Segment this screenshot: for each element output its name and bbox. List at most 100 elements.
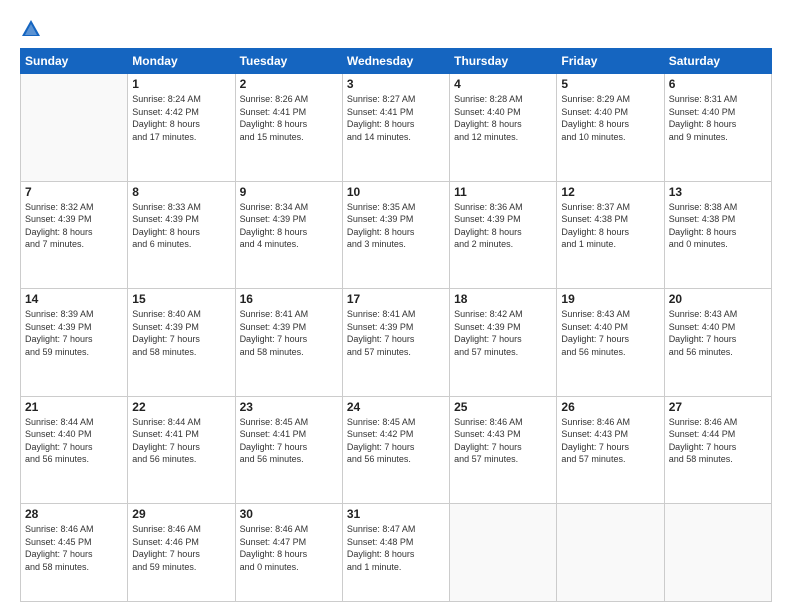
day-info: Sunrise: 8:47 AM Sunset: 4:48 PM Dayligh…	[347, 523, 445, 573]
day-number: 20	[669, 292, 767, 306]
calendar-cell: 6 Sunrise: 8:31 AM Sunset: 4:40 PM Daylig…	[664, 74, 771, 182]
day-number: 19	[561, 292, 659, 306]
day-info: Sunrise: 8:27 AM Sunset: 4:41 PM Dayligh…	[347, 93, 445, 143]
day-number: 5	[561, 77, 659, 91]
calendar-cell: 25 Sunrise: 8:46 AM Sunset: 4:43 PM Dayli…	[450, 396, 557, 504]
day-info: Sunrise: 8:28 AM Sunset: 4:40 PM Dayligh…	[454, 93, 552, 143]
weekday-header: Monday	[128, 49, 235, 74]
day-number: 27	[669, 400, 767, 414]
day-info: Sunrise: 8:24 AM Sunset: 4:42 PM Dayligh…	[132, 93, 230, 143]
calendar-cell: 18 Sunrise: 8:42 AM Sunset: 4:39 PM Dayli…	[450, 289, 557, 397]
day-info: Sunrise: 8:31 AM Sunset: 4:40 PM Dayligh…	[669, 93, 767, 143]
calendar-table: SundayMondayTuesdayWednesdayThursdayFrid…	[20, 48, 772, 602]
calendar-cell	[450, 504, 557, 602]
day-number: 16	[240, 292, 338, 306]
day-info: Sunrise: 8:38 AM Sunset: 4:38 PM Dayligh…	[669, 201, 767, 251]
weekday-header: Saturday	[664, 49, 771, 74]
calendar-cell: 16 Sunrise: 8:41 AM Sunset: 4:39 PM Dayli…	[235, 289, 342, 397]
day-number: 25	[454, 400, 552, 414]
day-info: Sunrise: 8:40 AM Sunset: 4:39 PM Dayligh…	[132, 308, 230, 358]
day-number: 17	[347, 292, 445, 306]
day-number: 29	[132, 507, 230, 521]
day-number: 12	[561, 185, 659, 199]
day-info: Sunrise: 8:42 AM Sunset: 4:39 PM Dayligh…	[454, 308, 552, 358]
calendar-cell: 5 Sunrise: 8:29 AM Sunset: 4:40 PM Daylig…	[557, 74, 664, 182]
calendar-cell: 4 Sunrise: 8:28 AM Sunset: 4:40 PM Daylig…	[450, 74, 557, 182]
day-info: Sunrise: 8:41 AM Sunset: 4:39 PM Dayligh…	[347, 308, 445, 358]
day-number: 24	[347, 400, 445, 414]
calendar-cell: 21 Sunrise: 8:44 AM Sunset: 4:40 PM Dayli…	[21, 396, 128, 504]
calendar-cell: 23 Sunrise: 8:45 AM Sunset: 4:41 PM Dayli…	[235, 396, 342, 504]
day-number: 15	[132, 292, 230, 306]
day-number: 8	[132, 185, 230, 199]
day-number: 22	[132, 400, 230, 414]
calendar-cell: 15 Sunrise: 8:40 AM Sunset: 4:39 PM Dayli…	[128, 289, 235, 397]
day-info: Sunrise: 8:46 AM Sunset: 4:47 PM Dayligh…	[240, 523, 338, 573]
day-number: 10	[347, 185, 445, 199]
calendar-cell: 22 Sunrise: 8:44 AM Sunset: 4:41 PM Dayli…	[128, 396, 235, 504]
day-number: 4	[454, 77, 552, 91]
page: SundayMondayTuesdayWednesdayThursdayFrid…	[0, 0, 792, 612]
calendar-cell: 8 Sunrise: 8:33 AM Sunset: 4:39 PM Daylig…	[128, 181, 235, 289]
calendar-cell: 17 Sunrise: 8:41 AM Sunset: 4:39 PM Dayli…	[342, 289, 449, 397]
day-info: Sunrise: 8:37 AM Sunset: 4:38 PM Dayligh…	[561, 201, 659, 251]
day-info: Sunrise: 8:34 AM Sunset: 4:39 PM Dayligh…	[240, 201, 338, 251]
calendar-cell: 27 Sunrise: 8:46 AM Sunset: 4:44 PM Dayli…	[664, 396, 771, 504]
day-info: Sunrise: 8:33 AM Sunset: 4:39 PM Dayligh…	[132, 201, 230, 251]
day-info: Sunrise: 8:46 AM Sunset: 4:45 PM Dayligh…	[25, 523, 123, 573]
day-info: Sunrise: 8:46 AM Sunset: 4:43 PM Dayligh…	[454, 416, 552, 466]
day-info: Sunrise: 8:36 AM Sunset: 4:39 PM Dayligh…	[454, 201, 552, 251]
day-info: Sunrise: 8:26 AM Sunset: 4:41 PM Dayligh…	[240, 93, 338, 143]
calendar-cell: 14 Sunrise: 8:39 AM Sunset: 4:39 PM Dayli…	[21, 289, 128, 397]
day-info: Sunrise: 8:45 AM Sunset: 4:41 PM Dayligh…	[240, 416, 338, 466]
calendar-cell: 28Sunrise: 8:46 AM Sunset: 4:45 PM Dayli…	[21, 504, 128, 602]
day-number: 23	[240, 400, 338, 414]
day-info: Sunrise: 8:46 AM Sunset: 4:46 PM Dayligh…	[132, 523, 230, 573]
calendar-cell: 9 Sunrise: 8:34 AM Sunset: 4:39 PM Daylig…	[235, 181, 342, 289]
day-info: Sunrise: 8:46 AM Sunset: 4:44 PM Dayligh…	[669, 416, 767, 466]
day-number: 30	[240, 507, 338, 521]
day-number: 26	[561, 400, 659, 414]
day-info: Sunrise: 8:41 AM Sunset: 4:39 PM Dayligh…	[240, 308, 338, 358]
calendar-cell: 20 Sunrise: 8:43 AM Sunset: 4:40 PM Dayli…	[664, 289, 771, 397]
logo	[20, 18, 46, 40]
calendar-cell: 11 Sunrise: 8:36 AM Sunset: 4:39 PM Dayli…	[450, 181, 557, 289]
calendar-cell: 19Sunrise: 8:43 AM Sunset: 4:40 PM Dayli…	[557, 289, 664, 397]
day-number: 7	[25, 185, 123, 199]
day-number: 6	[669, 77, 767, 91]
calendar-cell: 7 Sunrise: 8:32 AM Sunset: 4:39 PM Daylig…	[21, 181, 128, 289]
weekday-header: Friday	[557, 49, 664, 74]
weekday-header: Tuesday	[235, 49, 342, 74]
day-info: Sunrise: 8:29 AM Sunset: 4:40 PM Dayligh…	[561, 93, 659, 143]
calendar-cell: 26 Sunrise: 8:46 AM Sunset: 4:43 PM Dayli…	[557, 396, 664, 504]
day-number: 14	[25, 292, 123, 306]
day-number: 21	[25, 400, 123, 414]
calendar-cell: 29 Sunrise: 8:46 AM Sunset: 4:46 PM Dayli…	[128, 504, 235, 602]
calendar-cell: 3Sunrise: 8:27 AM Sunset: 4:41 PM Daylig…	[342, 74, 449, 182]
weekday-header: Wednesday	[342, 49, 449, 74]
day-info: Sunrise: 8:39 AM Sunset: 4:39 PM Dayligh…	[25, 308, 123, 358]
calendar-cell: 12 Sunrise: 8:37 AM Sunset: 4:38 PM Dayli…	[557, 181, 664, 289]
day-number: 9	[240, 185, 338, 199]
day-number: 2	[240, 77, 338, 91]
day-info: Sunrise: 8:45 AM Sunset: 4:42 PM Dayligh…	[347, 416, 445, 466]
day-info: Sunrise: 8:44 AM Sunset: 4:40 PM Dayligh…	[25, 416, 123, 466]
logo-icon	[20, 18, 42, 40]
day-info: Sunrise: 8:32 AM Sunset: 4:39 PM Dayligh…	[25, 201, 123, 251]
day-number: 18	[454, 292, 552, 306]
day-info: Sunrise: 8:35 AM Sunset: 4:39 PM Dayligh…	[347, 201, 445, 251]
day-number: 11	[454, 185, 552, 199]
day-info: Sunrise: 8:46 AM Sunset: 4:43 PM Dayligh…	[561, 416, 659, 466]
calendar-cell: 13Sunrise: 8:38 AM Sunset: 4:38 PM Dayli…	[664, 181, 771, 289]
calendar-cell: 10 Sunrise: 8:35 AM Sunset: 4:39 PM Dayli…	[342, 181, 449, 289]
day-info: Sunrise: 8:44 AM Sunset: 4:41 PM Dayligh…	[132, 416, 230, 466]
calendar-cell	[664, 504, 771, 602]
calendar-cell: 31 Sunrise: 8:47 AM Sunset: 4:48 PM Dayli…	[342, 504, 449, 602]
day-info: Sunrise: 8:43 AM Sunset: 4:40 PM Dayligh…	[669, 308, 767, 358]
day-number: 31	[347, 507, 445, 521]
weekday-header: Thursday	[450, 49, 557, 74]
day-number: 1	[132, 77, 230, 91]
weekday-header: Sunday	[21, 49, 128, 74]
calendar-cell: 1 Sunrise: 8:24 AM Sunset: 4:42 PM Daylig…	[128, 74, 235, 182]
calendar-cell	[21, 74, 128, 182]
